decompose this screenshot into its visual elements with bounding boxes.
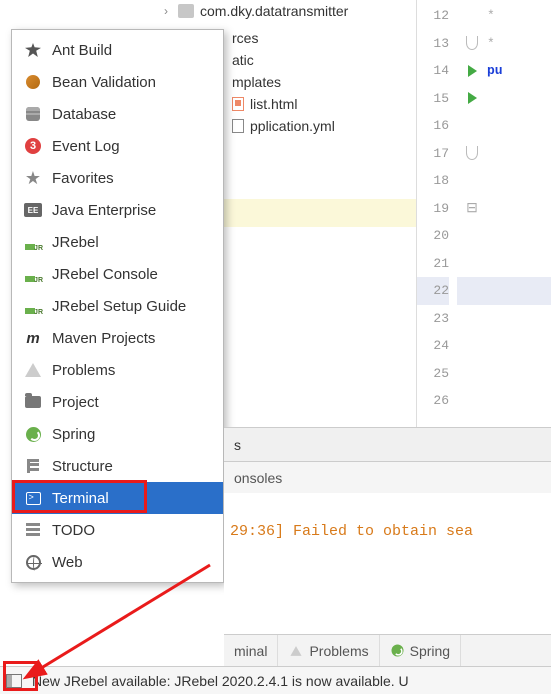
structure-icon: [26, 459, 40, 473]
tree-folder-row[interactable]: atic: [224, 49, 335, 71]
tree-file-row[interactable]: pplication.yml: [224, 115, 335, 137]
html-file-icon: [232, 97, 244, 111]
tree-folder-row[interactable]: mplates: [224, 71, 335, 93]
menu-item-event-log[interactable]: 3 Event Log: [12, 130, 223, 162]
star-icon: ★: [24, 169, 42, 187]
menu-item-todo[interactable]: TODO: [12, 514, 223, 546]
database-icon: [26, 107, 40, 121]
chevron-right-icon: ›: [160, 4, 172, 18]
menu-item-project[interactable]: Project: [12, 386, 223, 418]
console-output[interactable]: 29:36] Failed to obtain sea: [224, 493, 551, 623]
editor-footer-strip: s: [224, 427, 551, 461]
jrebel-icon: [25, 266, 41, 282]
toolbtn-spring[interactable]: Spring: [380, 635, 461, 666]
collapse-marker-icon[interactable]: ⊟: [466, 200, 478, 217]
highlight-strip: [218, 199, 416, 227]
terminal-icon: [26, 492, 41, 505]
maven-icon: m: [24, 329, 42, 347]
menu-item-jrebel-console[interactable]: JRebel Console: [12, 258, 223, 290]
tree-package-label: com.dky.datatransmitter: [200, 3, 348, 19]
ant-icon: [25, 43, 41, 57]
menu-item-java-enterprise[interactable]: EE Java Enterprise: [12, 194, 223, 226]
menu-item-web[interactable]: Web: [12, 546, 223, 578]
folder-icon: [25, 396, 41, 408]
gutter-icons: ⊟: [457, 0, 487, 455]
web-icon: [26, 555, 41, 570]
tool-window-toggle-icon[interactable]: [6, 674, 22, 688]
package-icon: [178, 4, 194, 18]
menu-item-favorites[interactable]: ★ Favorites: [12, 162, 223, 194]
menu-item-problems[interactable]: Problems: [12, 354, 223, 386]
status-bar: New JRebel available: JRebel 2020.2.4.1 …: [0, 666, 551, 694]
line-numbers: 12 13 14 15 16 17 18 19 20 21 22 23 24 2…: [417, 0, 457, 455]
spring-icon: [391, 645, 403, 657]
menu-item-terminal[interactable]: Terminal: [12, 482, 223, 514]
menu-item-database[interactable]: Database: [12, 98, 223, 130]
jrebel-icon: [25, 234, 41, 250]
menu-item-ant-build[interactable]: Ant Build: [12, 34, 223, 66]
warning-icon: [25, 363, 41, 377]
toolbtn-terminal[interactable]: minal: [224, 635, 278, 666]
bean-icon: [26, 75, 40, 89]
run-icon[interactable]: [468, 65, 477, 77]
shield-icon: [466, 36, 478, 50]
yml-file-icon: [232, 119, 244, 133]
todo-icon: [26, 523, 40, 537]
menu-item-bean-validation[interactable]: Bean Validation: [12, 66, 223, 98]
shield-icon: [466, 146, 478, 160]
java-ee-icon: EE: [24, 203, 42, 217]
console-tabbar[interactable]: onsoles: [224, 461, 551, 493]
warning-icon: [291, 646, 302, 656]
menu-item-structure[interactable]: Structure: [12, 450, 223, 482]
toolbtn-problems[interactable]: Problems: [278, 635, 379, 666]
tool-window-menu: Ant Build Bean Validation Database 3 Eve…: [11, 29, 224, 583]
menu-item-maven[interactable]: m Maven Projects: [12, 322, 223, 354]
jrebel-icon: [25, 298, 41, 314]
menu-item-spring[interactable]: Spring: [12, 418, 223, 450]
status-text: New JRebel available: JRebel 2020.2.4.1 …: [32, 673, 409, 689]
event-log-icon: 3: [25, 138, 41, 154]
menu-item-jrebel[interactable]: JRebel: [12, 226, 223, 258]
bottom-tool-bar: minal Problems Spring: [224, 634, 551, 666]
tree-file-row[interactable]: list.html: [224, 93, 335, 115]
menu-item-jrebel-setup[interactable]: JRebel Setup Guide: [12, 290, 223, 322]
tree-folder-row[interactable]: rces: [224, 27, 335, 49]
code-snippet[interactable]: * * pu: [487, 0, 551, 455]
editor-gutter: 12 13 14 15 16 17 18 19 20 21 22 23 24 2…: [416, 0, 551, 455]
run-icon[interactable]: [468, 92, 477, 104]
spring-icon: [26, 427, 41, 442]
